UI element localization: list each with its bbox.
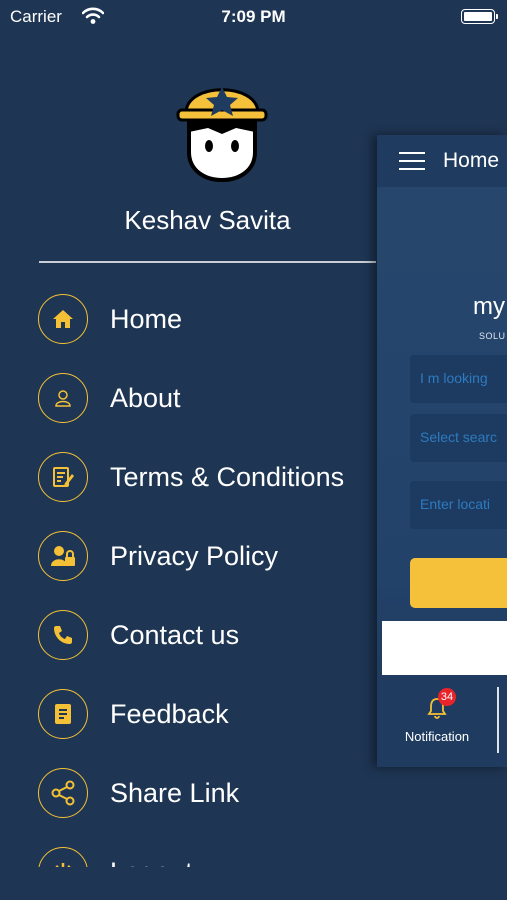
hamburger-menu-icon[interactable]	[399, 152, 425, 170]
battery-icon	[461, 9, 498, 24]
menu-item-contact[interactable]: Contact us	[38, 608, 378, 662]
looking-for-input[interactable]: I m looking	[410, 355, 507, 403]
menu-item-label: Feedback	[110, 698, 229, 729]
menu-item-feedback[interactable]: Feedback	[38, 687, 378, 741]
user-icon	[38, 373, 88, 423]
menu-item-terms[interactable]: Terms & Conditions	[38, 450, 378, 504]
user-name: Keshav Savita	[124, 205, 291, 235]
menu-item-label: Terms & Conditions	[110, 461, 345, 492]
tab-separator	[497, 687, 499, 753]
menu-item-label: Home	[110, 303, 183, 334]
feedback-icon	[38, 689, 88, 739]
banner-area	[382, 621, 507, 675]
document-edit-icon	[38, 452, 88, 502]
menu-item-about[interactable]: About	[38, 371, 378, 425]
menu-item-home[interactable]: Home	[38, 292, 378, 346]
home-icon	[38, 294, 88, 344]
menu-item-label: About	[110, 382, 181, 413]
search-type-select[interactable]: Select searc	[410, 414, 507, 462]
divider	[39, 261, 376, 263]
phone-icon	[38, 610, 88, 660]
notification-badge: 34	[438, 688, 456, 706]
menu-item-share[interactable]: Share Link	[38, 766, 378, 820]
home-navbar: Home	[377, 135, 507, 187]
brand-logo-text: my	[473, 293, 505, 320]
location-input[interactable]: Enter locati	[410, 481, 507, 529]
home-screen-preview[interactable]: Home my SOLU I m looking Select searc En…	[377, 135, 507, 767]
brand-tagline: SOLU	[479, 331, 506, 341]
home-title: Home	[443, 149, 500, 172]
menu-item-label: Privacy Policy	[110, 540, 279, 571]
avatar	[176, 66, 268, 184]
drawer-menu: Home About Terms & Conditions Privacy Po…	[38, 292, 378, 867]
status-bar: Carrier 7:09 PM	[0, 0, 507, 36]
power-icon	[38, 847, 88, 867]
notification-tab-label[interactable]: Notification	[377, 729, 497, 744]
menu-item-label: Contact us	[110, 619, 240, 650]
menu-item-logout[interactable]: Logout	[38, 845, 378, 867]
menu-item-privacy[interactable]: Privacy Policy	[38, 529, 378, 583]
user-lock-icon	[38, 531, 88, 581]
menu-item-label: Logout	[110, 857, 193, 868]
bottom-tab-bar: 34 Notification	[377, 675, 507, 767]
menu-item-label: Share Link	[110, 777, 240, 808]
share-icon	[38, 768, 88, 818]
clock: 7:09 PM	[221, 7, 286, 26]
search-button[interactable]	[410, 558, 507, 608]
